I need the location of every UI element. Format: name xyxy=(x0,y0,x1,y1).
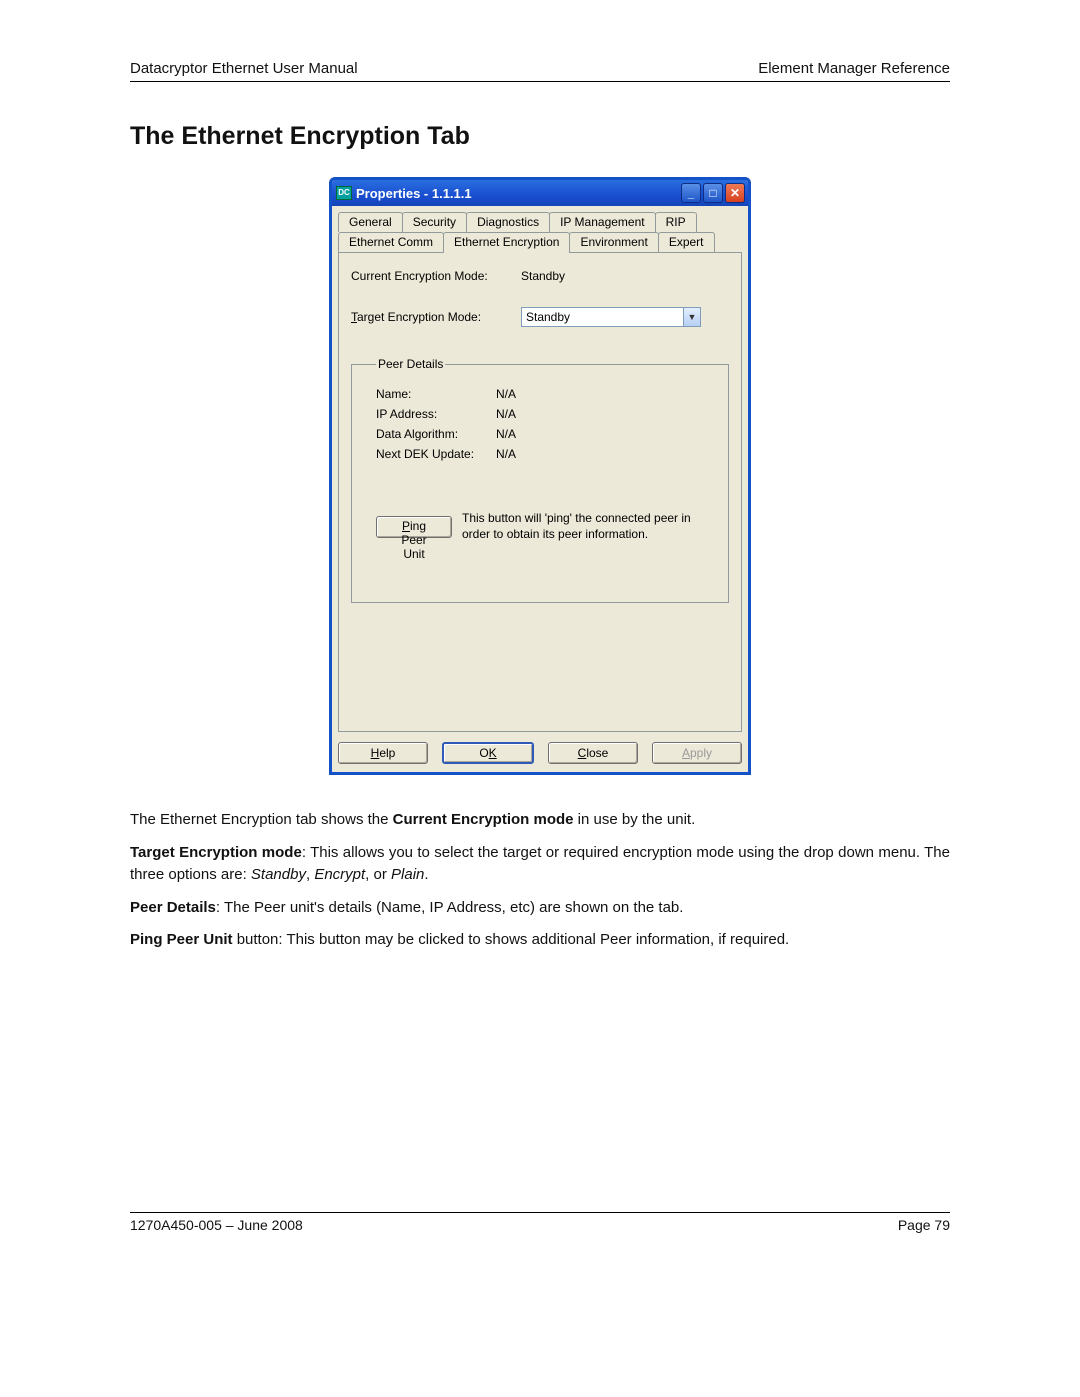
close-icon: ✕ xyxy=(730,186,740,200)
current-mode-value: Standby xyxy=(521,269,565,283)
close-window-button[interactable]: ✕ xyxy=(725,183,745,203)
tab-diagnostics[interactable]: Diagnostics xyxy=(466,212,550,232)
tab-ethernet-encryption[interactable]: Ethernet Encryption xyxy=(443,232,570,253)
close-button[interactable]: Close xyxy=(548,742,638,764)
minimize-icon: _ xyxy=(688,186,695,200)
window-title: Properties - 1.1.1.1 xyxy=(356,186,679,201)
tab-general[interactable]: General xyxy=(338,212,403,232)
target-mode-value: Standby xyxy=(522,310,683,324)
paragraph-4: Ping Peer Unit button: This button may b… xyxy=(130,929,950,952)
tab-panel: Current Encryption Mode: Standby Target … xyxy=(338,252,742,732)
section-title: The Ethernet Encryption Tab xyxy=(130,122,950,151)
peer-details-group: Peer Details Name:N/A IP Address:N/A Dat… xyxy=(351,357,729,603)
properties-window: DC Properties - 1.1.1.1 _ □ ✕ General Se… xyxy=(329,177,751,775)
target-mode-dropdown[interactable]: Standby ▼ xyxy=(521,307,701,327)
peer-algo-label: Data Algorithm: xyxy=(376,427,496,441)
apply-button: Apply xyxy=(652,742,742,764)
footer-left: 1270A450-005 – June 2008 xyxy=(130,1217,303,1233)
peer-name-value: N/A xyxy=(496,387,516,401)
paragraph-1: The Ethernet Encryption tab shows the Cu… xyxy=(130,809,950,832)
paragraph-3: Peer Details: The Peer unit's details (N… xyxy=(130,897,950,920)
chevron-down-icon: ▼ xyxy=(683,308,700,326)
footer-right: Page 79 xyxy=(898,1217,950,1233)
ping-peer-button[interactable]: Ping Peer Unit xyxy=(376,516,452,538)
peer-algo-value: N/A xyxy=(496,427,516,441)
current-mode-label: Current Encryption Mode: xyxy=(351,269,521,283)
peer-details-legend: Peer Details xyxy=(376,357,445,371)
peer-dek-value: N/A xyxy=(496,447,516,461)
tab-security[interactable]: Security xyxy=(402,212,467,232)
ping-help-text: This button will 'ping' the connected pe… xyxy=(462,511,714,542)
peer-ip-value: N/A xyxy=(496,407,516,421)
peer-ip-label: IP Address: xyxy=(376,407,496,421)
paragraph-2: Target Encryption mode: This allows you … xyxy=(130,842,950,887)
help-button[interactable]: Help xyxy=(338,742,428,764)
maximize-button[interactable]: □ xyxy=(703,183,723,203)
ok-button[interactable]: OK xyxy=(442,742,534,764)
tab-expert[interactable]: Expert xyxy=(658,232,715,252)
tab-ip-management[interactable]: IP Management xyxy=(549,212,656,232)
minimize-button[interactable]: _ xyxy=(681,183,701,203)
peer-dek-label: Next DEK Update: xyxy=(376,447,496,461)
page-footer: 1270A450-005 – June 2008 Page 79 xyxy=(130,1212,950,1233)
app-icon: DC xyxy=(336,186,352,200)
titlebar[interactable]: DC Properties - 1.1.1.1 _ □ ✕ xyxy=(332,180,748,206)
maximize-icon: □ xyxy=(709,186,716,200)
peer-name-label: Name: xyxy=(376,387,496,401)
target-mode-label: Target Encryption Mode: xyxy=(351,310,521,324)
tab-environment[interactable]: Environment xyxy=(569,232,658,252)
page-header: Datacryptor Ethernet User Manual Element… xyxy=(130,60,950,82)
tab-rip[interactable]: RIP xyxy=(655,212,697,232)
tab-ethernet-comm[interactable]: Ethernet Comm xyxy=(338,232,444,252)
header-left: Datacryptor Ethernet User Manual xyxy=(130,60,358,77)
header-right: Element Manager Reference xyxy=(758,60,950,77)
